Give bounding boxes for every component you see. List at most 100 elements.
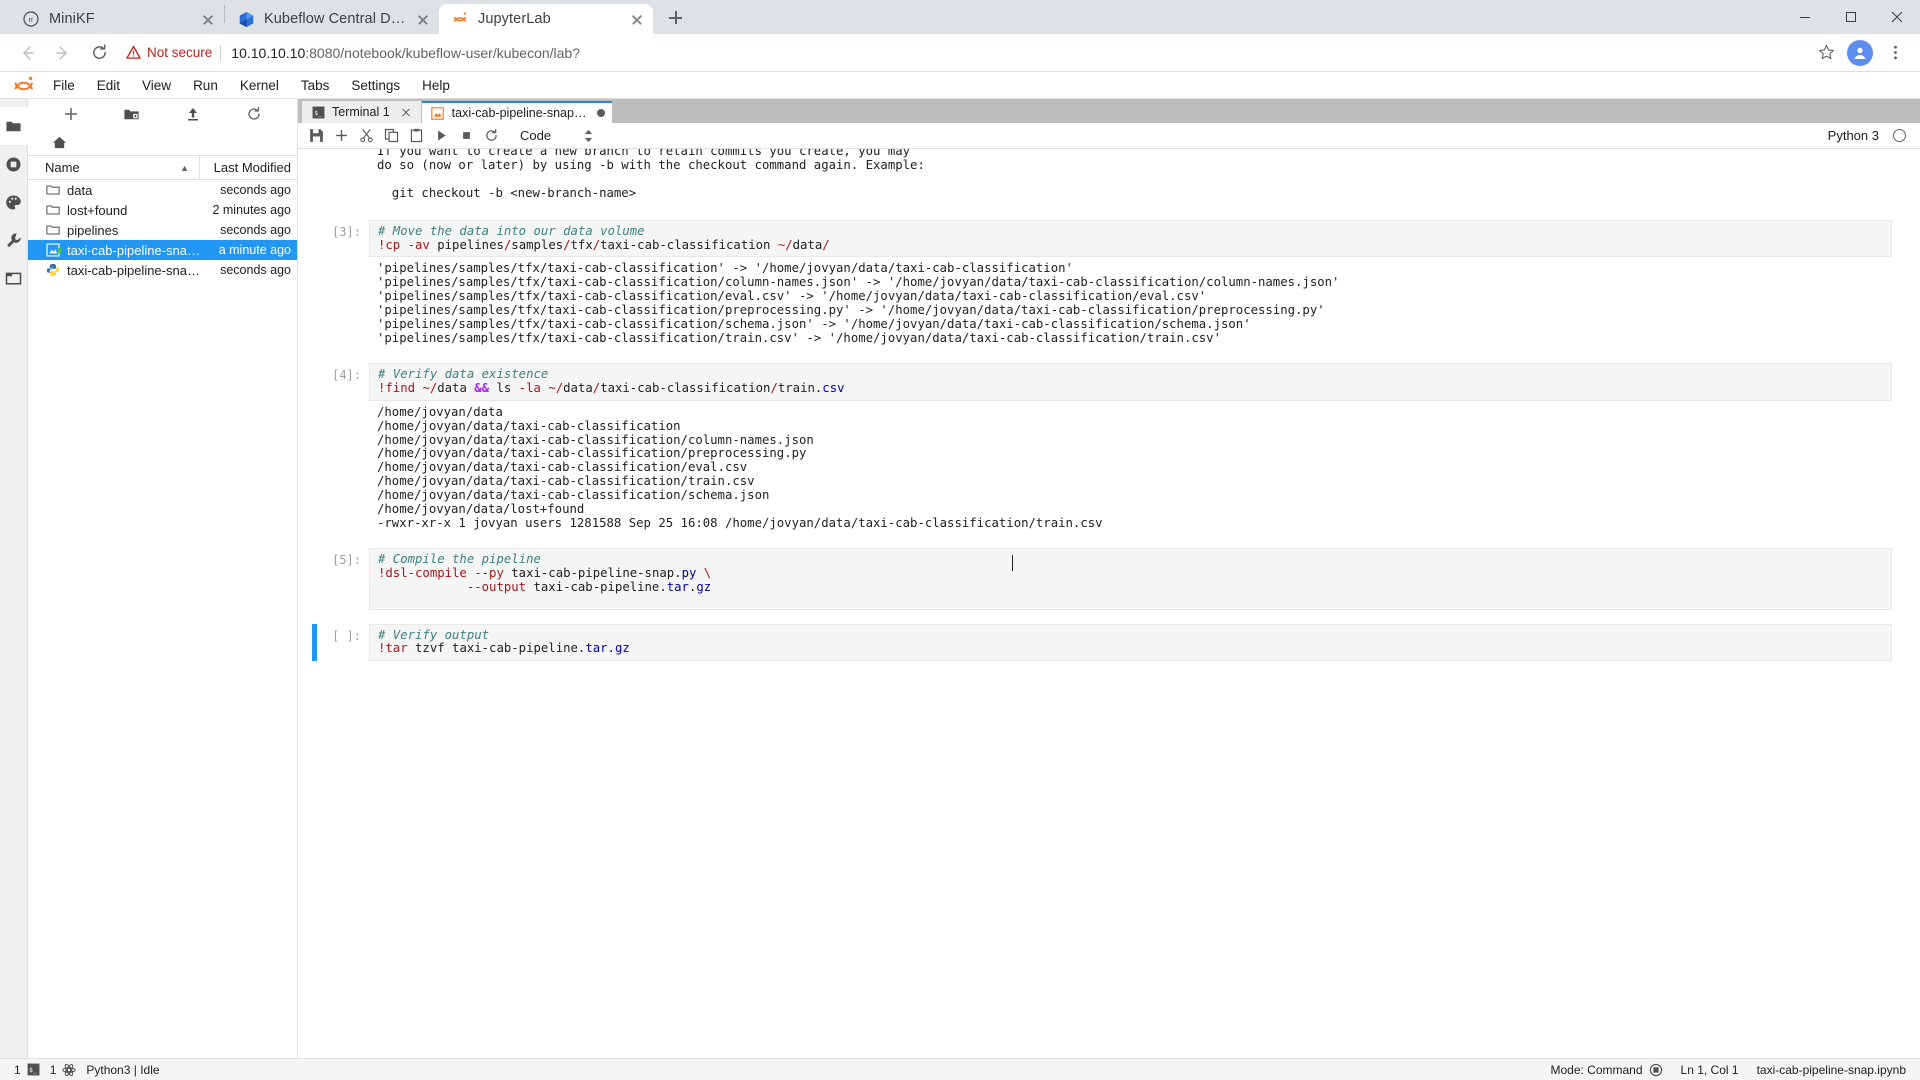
run-cell-button[interactable] bbox=[429, 124, 454, 148]
cut-cells-button[interactable] bbox=[354, 124, 379, 148]
kernel-count-label: 1 bbox=[49, 1062, 57, 1077]
code-token: csv bbox=[822, 380, 845, 395]
new-launcher-button[interactable] bbox=[58, 102, 84, 126]
cell-editor[interactable]: # Move the data into our data volume !cp… bbox=[369, 219, 1892, 258]
cell-body: # Compile the pipeline !dsl-compile --py… bbox=[369, 547, 1892, 610]
jupyter-statusbar: 1 $_ 1 Python3 | Idle Mode: Command Ln 1… bbox=[0, 1058, 1920, 1080]
file-list-item-pipelines[interactable]: pipelines seconds ago bbox=[28, 220, 297, 240]
svg-text:$_: $_ bbox=[314, 108, 322, 116]
cell-prompt: [5]: bbox=[332, 552, 361, 567]
svg-text:$_: $_ bbox=[29, 1066, 37, 1074]
sidebar-item-file-browser[interactable] bbox=[0, 107, 28, 145]
unsaved-changes-indicator[interactable] bbox=[596, 109, 605, 117]
file-name: pipelines bbox=[67, 222, 119, 238]
upload-button[interactable] bbox=[180, 102, 206, 126]
menu-view[interactable]: View bbox=[131, 74, 182, 97]
copy-cells-button[interactable] bbox=[379, 124, 404, 148]
insert-cell-button[interactable] bbox=[329, 124, 354, 148]
kernel-name-label: Python 3 bbox=[1827, 128, 1879, 143]
python-file-icon bbox=[45, 262, 61, 278]
browser-tab-kubeflow-central-dashboard[interactable]: Kubeflow Central Dashboard bbox=[225, 4, 439, 34]
dock-tab-taxi-cab-pipeline-snap[interactable]: taxi-cab-pipeline-snap.ipynt bbox=[421, 101, 612, 123]
file-list-item-taxi-cab-pipeline-snap-py[interactable]: taxi-cab-pipeline-snap.py seconds ago bbox=[28, 260, 297, 280]
cell-prompt: [4]: bbox=[332, 367, 361, 382]
jupyter-body: Name ▲ Last Modified data seconds ago lo… bbox=[0, 99, 1920, 1058]
cell-body: # Move the data into our data volume !cp… bbox=[369, 219, 1892, 351]
close-icon[interactable] bbox=[398, 104, 414, 120]
paste-cells-button[interactable] bbox=[404, 124, 429, 148]
sidebar-item-property-inspector[interactable] bbox=[0, 221, 28, 259]
output-line: If you want to create a new branch to re… bbox=[377, 149, 911, 158]
browser-tab-minikf[interactable]: rr MiniKF bbox=[10, 4, 224, 34]
column-header-name[interactable]: Name ▲ bbox=[28, 160, 199, 175]
security-status[interactable]: Not secure bbox=[126, 45, 212, 60]
file-list-item-lost-found[interactable]: lost+found 2 minutes ago bbox=[28, 200, 297, 220]
notebook-mode-indicator[interactable]: Mode: Command bbox=[1550, 1063, 1662, 1077]
home-icon[interactable] bbox=[52, 135, 67, 150]
bookmark-star-icon[interactable] bbox=[1806, 44, 1847, 61]
new-tab-button[interactable] bbox=[661, 4, 689, 32]
file-list-item-data[interactable]: data seconds ago bbox=[28, 180, 297, 200]
minimize-icon[interactable] bbox=[1782, 0, 1828, 34]
notebook-cell-empty-active[interactable]: [ ]: # Verify output !tar tzvf taxi-cab-… bbox=[298, 623, 1920, 662]
close-icon[interactable] bbox=[198, 9, 218, 29]
browser-tab-label: MiniKF bbox=[49, 11, 95, 27]
sidebar-rail bbox=[0, 99, 28, 1058]
address-divider bbox=[220, 44, 222, 61]
cell-output: /home/jovyan/data /home/jovyan/data/taxi… bbox=[369, 401, 1892, 536]
menu-tabs[interactable]: Tabs bbox=[290, 74, 341, 97]
code-token: --output bbox=[466, 579, 527, 594]
reload-icon[interactable] bbox=[84, 38, 114, 68]
interrupt-kernel-button[interactable] bbox=[454, 124, 479, 148]
menu-edit[interactable]: Edit bbox=[86, 74, 131, 97]
file-list-item-taxi-cab-pipeline-snap-ipynb[interactable]: taxi-cab-pipeline-snap.ip... a minute ag… bbox=[28, 240, 297, 260]
cell-editor[interactable]: # Verify data existence !find ~/data && … bbox=[369, 362, 1892, 401]
restart-kernel-button[interactable] bbox=[479, 124, 504, 148]
statusbar-left: 1 $_ 1 Python3 | Idle bbox=[0, 1063, 160, 1077]
close-icon[interactable] bbox=[627, 9, 647, 29]
code-token: tar bbox=[666, 579, 689, 594]
sidebar-item-open-tabs[interactable] bbox=[0, 259, 28, 297]
new-folder-button[interactable] bbox=[119, 102, 145, 126]
menu-file[interactable]: File bbox=[42, 74, 86, 97]
cursor-position-indicator[interactable]: Ln 1, Col 1 bbox=[1681, 1063, 1739, 1077]
save-button[interactable] bbox=[304, 124, 329, 148]
sidebar-item-extension-manager[interactable] bbox=[0, 183, 28, 221]
menu-help[interactable]: Help bbox=[411, 74, 461, 97]
terminal-count-indicator[interactable]: 1 $_ bbox=[14, 1063, 40, 1077]
cell-type-dropdown[interactable]: Code bbox=[520, 128, 594, 144]
cell-active-marker bbox=[312, 363, 317, 536]
cursor-position-label: Ln 1, Col 1 bbox=[1680, 1062, 1739, 1077]
sidebar-item-running-terminals[interactable] bbox=[0, 145, 28, 183]
kernel-status-indicator[interactable]: Python3 | Idle bbox=[86, 1063, 159, 1077]
notebook-canvas[interactable]: If you want to create a new branch to re… bbox=[298, 149, 1920, 1058]
dock-tab-terminal-1[interactable]: $_ Terminal 1 bbox=[302, 101, 421, 123]
menu-kernel[interactable]: Kernel bbox=[229, 74, 290, 97]
notebook-cell-4[interactable]: [4]: # Verify data existence !find ~/dat… bbox=[298, 362, 1920, 536]
menu-settings[interactable]: Settings bbox=[340, 74, 411, 97]
close-window-icon[interactable] bbox=[1874, 0, 1920, 34]
notebook-cell-3[interactable]: [3]: # Move the data into our data volum… bbox=[298, 219, 1920, 351]
browser-tab-jupyterlab[interactable]: JupyterLab bbox=[439, 4, 653, 34]
breadcrumb[interactable] bbox=[28, 129, 297, 155]
menu-run[interactable]: Run bbox=[182, 74, 229, 97]
address-bar[interactable]: Not secure 10.10.10.10:8080/notebook/kub… bbox=[126, 39, 1806, 67]
current-file-indicator[interactable]: taxi-cab-pipeline-snap.ipynb bbox=[1757, 1063, 1906, 1077]
cell-editor[interactable]: # Compile the pipeline !dsl-compile --py… bbox=[369, 547, 1892, 610]
cell-editor[interactable]: # Verify output !tar tzvf taxi-cab-pipel… bbox=[369, 623, 1892, 662]
code-token: tzvf taxi-cab-pipeline. bbox=[407, 641, 586, 656]
avatar[interactable] bbox=[1847, 39, 1873, 66]
kernel-indicator[interactable]: Python 3 bbox=[1828, 128, 1920, 143]
chrome-menu-icon[interactable] bbox=[1883, 44, 1908, 61]
code-token: / bbox=[563, 237, 571, 252]
forward-icon[interactable] bbox=[48, 38, 78, 68]
refresh-button[interactable] bbox=[241, 102, 267, 126]
notebook-cell-5[interactable]: [5]: # Compile the pipeline !dsl-compile… bbox=[298, 547, 1920, 610]
maximize-icon[interactable] bbox=[1828, 0, 1874, 34]
cell-prompt: [ ]: bbox=[332, 628, 361, 643]
back-icon[interactable] bbox=[12, 38, 42, 68]
kernel-count-indicator[interactable]: 1 bbox=[50, 1063, 77, 1077]
close-icon[interactable] bbox=[413, 9, 433, 29]
column-header-modified[interactable]: Last Modified bbox=[199, 156, 297, 179]
